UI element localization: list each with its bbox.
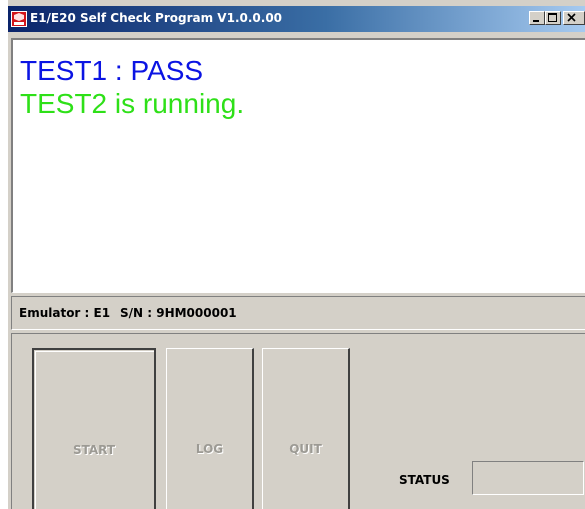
close-icon bbox=[567, 13, 576, 22]
emulator-label: Emulator : E1 bbox=[19, 306, 111, 320]
minimize-button[interactable] bbox=[529, 11, 545, 25]
start-button[interactable]: START bbox=[32, 348, 156, 509]
test1-result-line: TEST1 : PASS bbox=[20, 55, 204, 86]
quit-button[interactable]: QUIT bbox=[262, 348, 350, 509]
minimize-icon bbox=[533, 20, 539, 22]
start-button-label: START bbox=[72, 443, 116, 457]
log-button-label: LOG bbox=[195, 442, 224, 456]
test2-status-line: TEST2 is running. bbox=[20, 88, 245, 119]
log-button[interactable]: LOG bbox=[166, 348, 254, 509]
status-label: STATUS bbox=[399, 473, 450, 487]
serial-number-label: S/N : 9HM000001 bbox=[120, 306, 237, 320]
self-check-window: E1/E20 Self Check Program V1.0.0.00 TEST… bbox=[8, 0, 585, 509]
app-icon bbox=[11, 11, 27, 27]
status-field bbox=[472, 461, 584, 495]
control-panel: START LOG QUIT STATUS bbox=[11, 333, 585, 509]
quit-button-label: QUIT bbox=[289, 442, 322, 456]
emulator-info-bar: Emulator : E1 S/N : 9HM000001 bbox=[11, 296, 585, 330]
maximize-button[interactable] bbox=[545, 11, 561, 25]
close-button[interactable] bbox=[563, 11, 585, 25]
maximize-icon bbox=[548, 13, 557, 22]
title-bar[interactable]: E1/E20 Self Check Program V1.0.0.00 bbox=[8, 6, 585, 32]
start-button-face bbox=[35, 351, 154, 509]
test-output-area[interactable]: TEST1 : PASS TEST2 is running. bbox=[11, 38, 585, 293]
window-title: E1/E20 Self Check Program V1.0.0.00 bbox=[30, 11, 283, 25]
